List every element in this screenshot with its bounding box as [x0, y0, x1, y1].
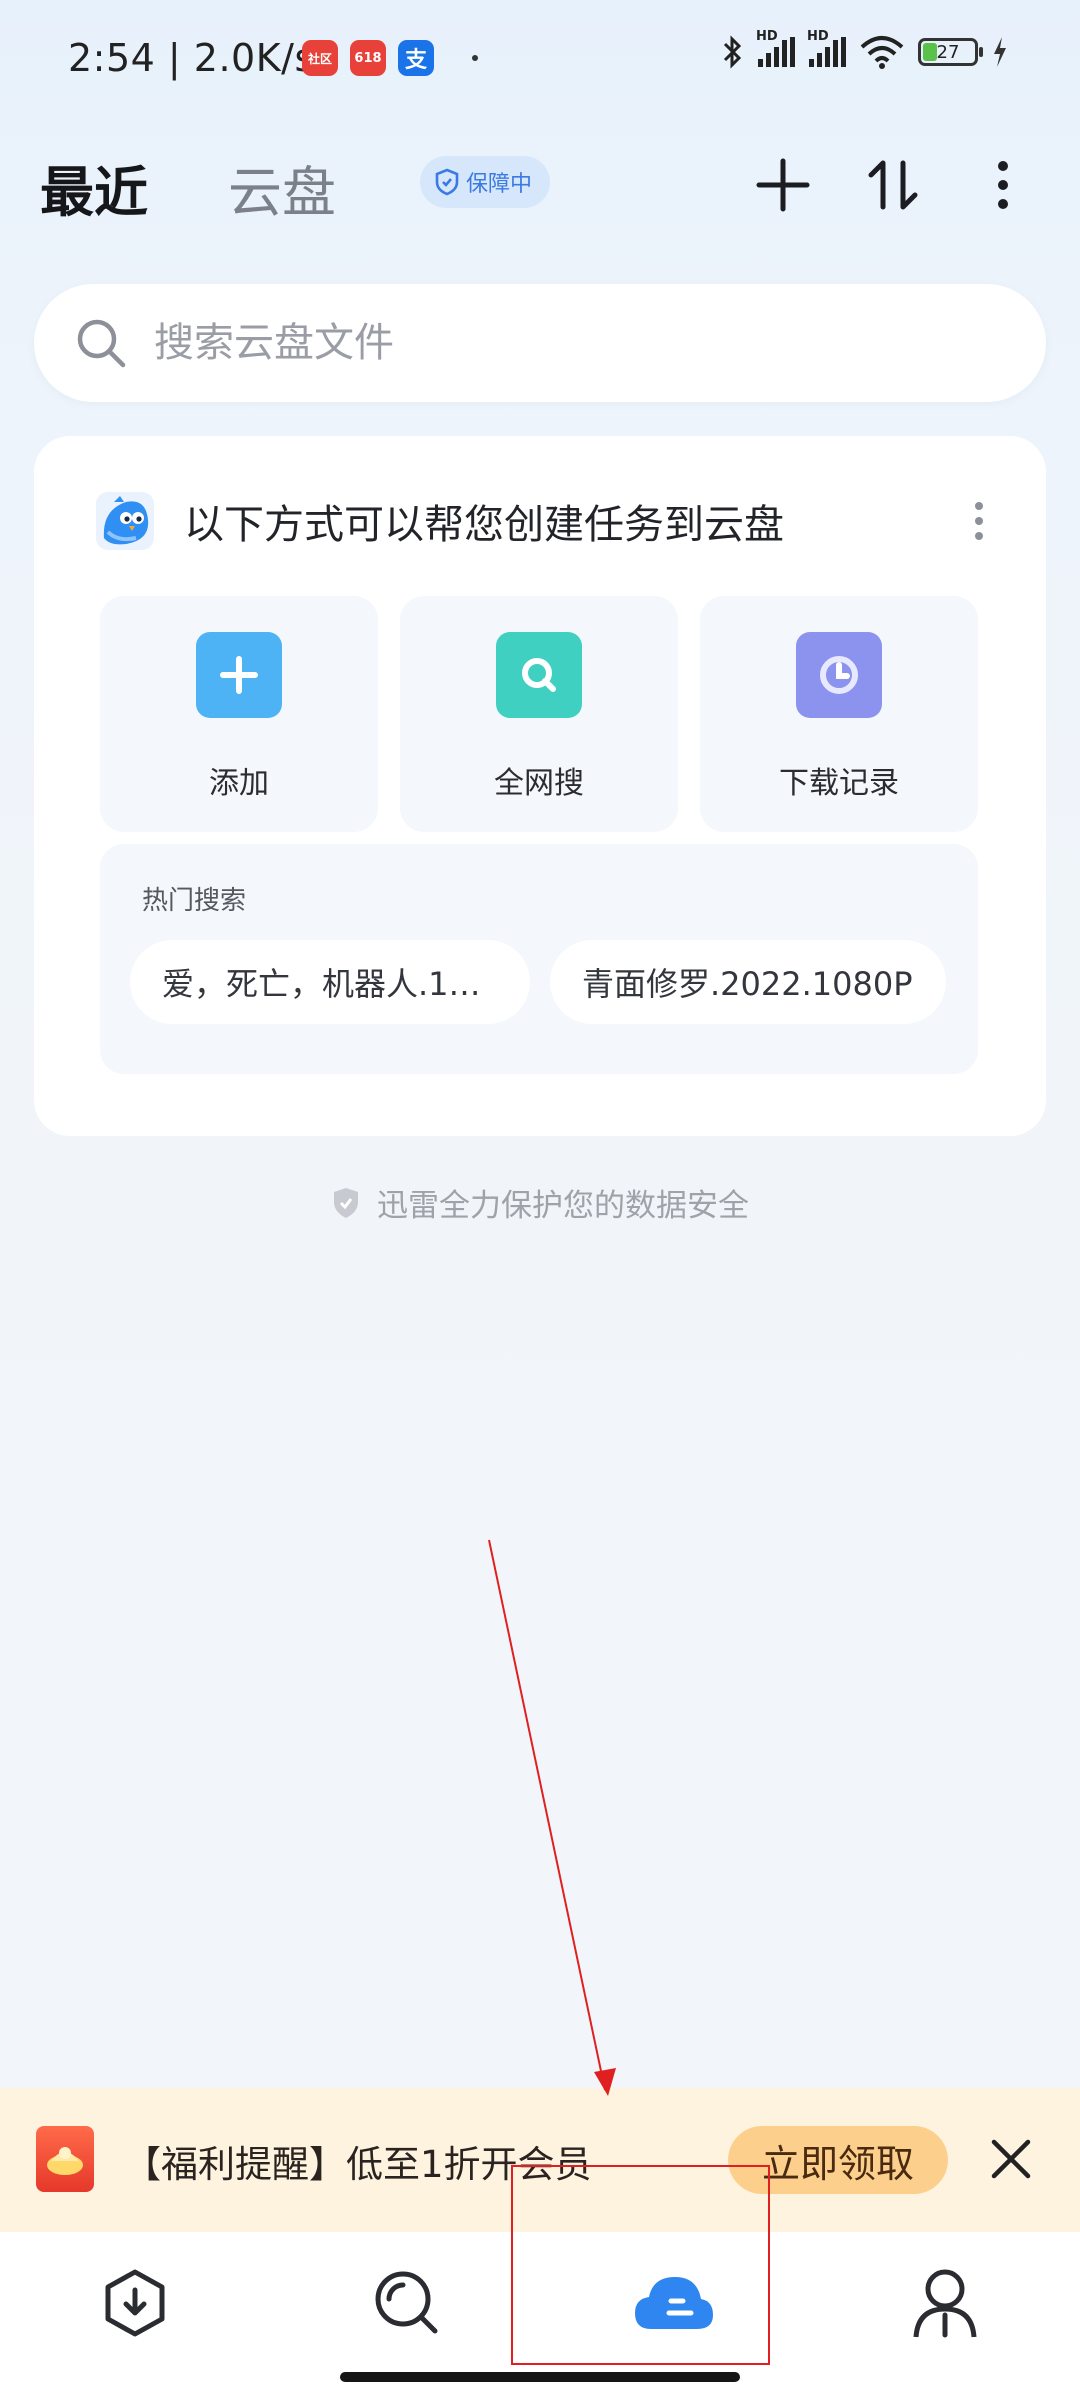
- hd-label: HD: [756, 29, 778, 44]
- hot-search-chips: 爱，死亡，机器人.10... 青面修罗.2022.1080P: [130, 940, 946, 1024]
- nav-downloads[interactable]: [92, 2260, 178, 2346]
- notification-dot-icon: [472, 55, 478, 61]
- download-history-tile: [796, 632, 882, 718]
- search-icon: [375, 2271, 438, 2334]
- home-indicator[interactable]: [340, 2372, 740, 2382]
- 618-app-icon: 618: [350, 40, 386, 76]
- card-title: 以下方式可以帮您创建任务到云盘: [184, 502, 784, 548]
- charging-icon: [994, 37, 1006, 67]
- web-search-tile: [496, 632, 582, 718]
- search-icon: [77, 319, 126, 368]
- alipay-app-icon: 支: [398, 40, 434, 76]
- security-note-text: 迅雷全力保护您的数据安全: [377, 1188, 749, 1224]
- wifi-icon: [860, 36, 904, 69]
- card-header: 以下方式可以帮您创建任务到云盘: [96, 492, 784, 550]
- hot-search-chip-label: 爱，死亡，机器人.10...: [162, 965, 498, 1003]
- signal-2-icon: HD: [807, 29, 846, 67]
- download-history-action[interactable]: 下载记录: [700, 596, 978, 832]
- gift-icon: [36, 2126, 94, 2192]
- close-icon[interactable]: [986, 2134, 1036, 2184]
- cloud-icon: [635, 2277, 713, 2329]
- tab-cloud[interactable]: 云盘: [228, 148, 336, 227]
- promo-text: 【福利提醒】低至1折开会员: [124, 2143, 592, 2186]
- clock-icon: [820, 656, 858, 694]
- more-vertical-icon: [998, 161, 1008, 209]
- hot-search-chip[interactable]: 爱，死亡，机器人.10...: [130, 940, 530, 1024]
- action-grid: 添加 全网搜 下载记录: [100, 596, 978, 832]
- web-search-action-label: 全网搜: [494, 766, 584, 801]
- status-bar: 2:54 | 2.0K/s 社区 618 支 HD HD 27: [0, 0, 1080, 118]
- magnifier-icon: [522, 658, 556, 692]
- shield-icon: [334, 1187, 358, 1218]
- user-icon: [913, 2269, 977, 2338]
- hot-search-chip-label: 青面修罗.2022.1080P: [582, 965, 913, 1003]
- top-header: 最近 云盘 保障中: [0, 130, 1080, 240]
- battery-level: 27: [936, 41, 960, 63]
- plus-icon: [756, 158, 810, 212]
- nav-discover[interactable]: [364, 2260, 450, 2346]
- tab-recent[interactable]: 最近: [40, 148, 148, 227]
- create-task-card: 以下方式可以帮您创建任务到云盘 添加 全网搜 下载记录 热门搜索 爱，死亡，机器…: [34, 436, 1046, 1136]
- download-icon: [105, 2269, 165, 2337]
- sort-button[interactable]: [858, 150, 928, 220]
- hd-label: HD: [807, 29, 829, 44]
- protection-badge-label: 保障中: [466, 172, 533, 197]
- web-search-action[interactable]: 全网搜: [400, 596, 678, 832]
- search-input[interactable]: [152, 319, 976, 367]
- card-more-button[interactable]: [964, 496, 994, 546]
- security-note: 迅雷全力保护您的数据安全: [0, 1180, 1080, 1225]
- status-app-icons: 社区 618 支: [302, 40, 478, 76]
- plus-icon: [220, 656, 258, 694]
- claim-now-button[interactable]: 立即领取: [728, 2126, 948, 2194]
- sort-icon: [868, 160, 918, 210]
- annotation-arrow-line: [488, 1539, 606, 2091]
- hot-search-panel: 热门搜索 爱，死亡，机器人.10... 青面修罗.2022.1080P: [100, 844, 978, 1074]
- add-action-label: 添加: [209, 766, 269, 801]
- more-button[interactable]: [968, 150, 1038, 220]
- add-button[interactable]: [748, 150, 818, 220]
- hot-search-chip[interactable]: 青面修罗.2022.1080P: [550, 940, 946, 1024]
- status-indicators: HD HD 27: [722, 29, 1008, 70]
- add-tile: [196, 632, 282, 718]
- signal-1-icon: HD: [756, 29, 795, 67]
- download-history-action-label: 下载记录: [779, 766, 899, 801]
- nav-profile[interactable]: [902, 2260, 988, 2346]
- add-action[interactable]: 添加: [100, 596, 378, 832]
- community-app-icon: 社区: [302, 40, 338, 76]
- shield-check-icon: [435, 168, 459, 196]
- search-bar[interactable]: [34, 284, 1046, 402]
- protection-badge[interactable]: 保障中: [420, 156, 551, 208]
- bluetooth-icon: [723, 35, 742, 69]
- status-time: 2:54 | 2.0K/s: [68, 36, 315, 80]
- battery-icon: 27: [918, 38, 983, 66]
- thunder-bird-mascot-icon: [96, 492, 154, 550]
- promo-banner[interactable]: 【福利提醒】低至1折开会员 立即领取: [0, 2088, 1080, 2232]
- hot-search-title: 热门搜索: [142, 886, 247, 916]
- nav-cloud[interactable]: [630, 2260, 716, 2346]
